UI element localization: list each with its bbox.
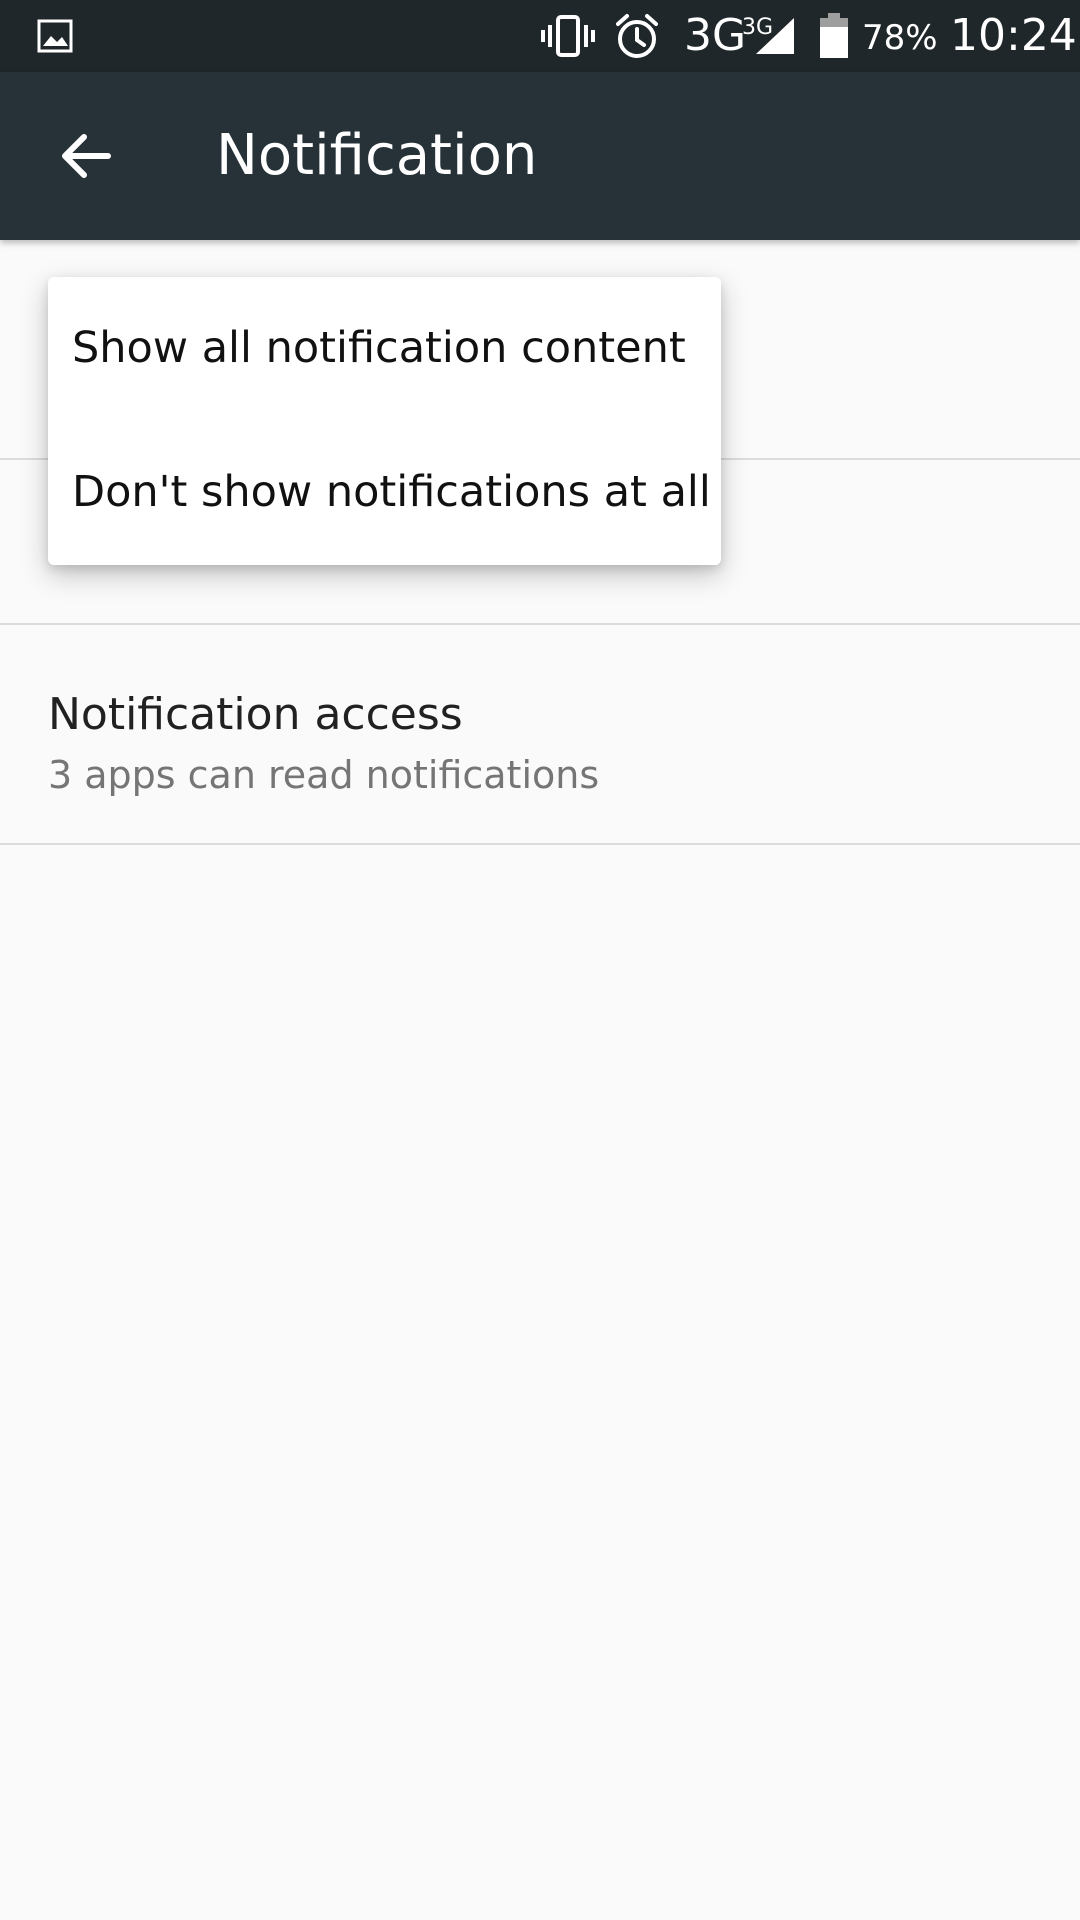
notification-access-title: Notification access	[48, 689, 463, 740]
status-bar: 3G 3G 78% 10:24	[0, 0, 1080, 72]
setting-row-notification-access[interactable]: Notification access 3 apps can read noti…	[0, 625, 1080, 845]
app-bar: Notification	[0, 72, 1080, 240]
menu-item-dont-show[interactable]: Don't show notifications at all	[48, 421, 721, 565]
page-title: Notification	[216, 123, 538, 188]
back-button[interactable]	[42, 112, 130, 200]
vibrate-icon	[541, 15, 595, 57]
signal-icon	[756, 18, 794, 54]
battery-icon	[820, 13, 848, 58]
menu-item-label: Don't show notifications at all	[72, 467, 711, 517]
notification-access-summary: 3 apps can read notifications	[48, 753, 600, 797]
battery-percent-label: 78%	[862, 18, 938, 58]
menu-item-label: Show all notification content	[72, 323, 686, 373]
gallery-icon	[37, 19, 73, 53]
network-type-label: 3G	[684, 10, 747, 61]
arrow-back-icon	[62, 134, 111, 178]
alarm-icon	[616, 14, 658, 58]
clock-label: 10:24	[950, 10, 1077, 61]
popup-menu: Show all notification content Don't show…	[48, 277, 721, 565]
menu-item-show-all-content[interactable]: Show all notification content	[48, 277, 721, 421]
